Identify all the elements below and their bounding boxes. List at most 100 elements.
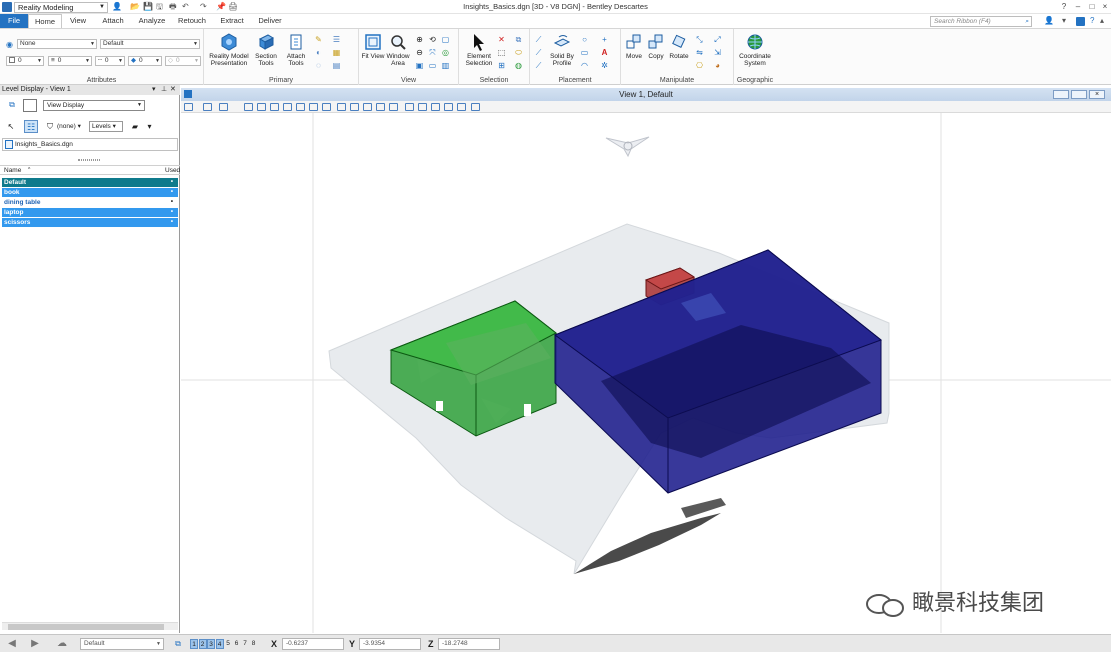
view-toggle-icon[interactable]: [23, 99, 37, 112]
app-logo-icon[interactable]: [2, 2, 12, 12]
named-group-icon[interactable]: ◍: [514, 61, 523, 70]
view-restore-button[interactable]: [1071, 90, 1087, 99]
coordinate-system-button[interactable]: Coordinate System: [735, 33, 775, 67]
select-icon[interactable]: [471, 103, 480, 111]
view-close-button[interactable]: ×: [1089, 90, 1105, 99]
level-row[interactable]: book •: [2, 188, 178, 197]
cloud-icon[interactable]: ☁: [55, 639, 69, 649]
level-row[interactable]: Default •: [2, 178, 178, 187]
place-text-icon[interactable]: A: [600, 48, 609, 57]
change-attributes-icon[interactable]: ◕: [713, 61, 722, 70]
tab-file[interactable]: File: [0, 14, 28, 28]
tab-extract[interactable]: Extract: [214, 14, 250, 28]
redo-icon[interactable]: ↷: [200, 2, 207, 12]
zoom-out-icon[interactable]: [270, 103, 279, 111]
group-icon[interactable]: ⧉: [514, 35, 523, 44]
place-line-icon[interactable]: ⟋: [534, 35, 543, 44]
place-block-icon[interactable]: ▭: [580, 48, 589, 57]
place-circle-icon[interactable]: ○: [580, 35, 589, 44]
view-number-button[interactable]: 4: [215, 639, 224, 649]
level-display-icon[interactable]: [219, 103, 228, 111]
pan-icon[interactable]: [322, 103, 331, 111]
style-combo[interactable]: Default ▼: [100, 39, 200, 49]
highlight-icon[interactable]: ▦: [332, 48, 341, 57]
dropdown-icon[interactable]: ▾: [152, 85, 156, 95]
tab-home[interactable]: Home: [28, 14, 62, 28]
view-display-combo[interactable]: View Display ▼: [43, 100, 145, 111]
display-style-icon[interactable]: [203, 103, 212, 111]
zoom-in-icon[interactable]: [257, 103, 266, 111]
help-button[interactable]: ?: [1059, 1, 1069, 12]
align-icon[interactable]: ⎔: [695, 61, 704, 70]
level-row[interactable]: dining table •: [2, 198, 178, 207]
filter-icon[interactable]: ⛉: [44, 122, 56, 131]
clip-icon[interactable]: [389, 103, 398, 111]
shadow-icon[interactable]: [431, 103, 440, 111]
close-button[interactable]: ×: [1100, 1, 1110, 12]
level-combo[interactable]: None ▼: [17, 39, 97, 49]
next-icon[interactable]: [363, 103, 372, 111]
place-smart-line-icon[interactable]: ⟋: [534, 61, 543, 70]
walk-icon[interactable]: [337, 103, 346, 111]
camera-icon[interactable]: [405, 103, 414, 111]
save-icon[interactable]: 💾: [143, 2, 153, 12]
select-by-attributes-icon[interactable]: ⊞: [497, 61, 506, 70]
stretch-icon[interactable]: ⇲: [713, 48, 722, 57]
update-view-icon[interactable]: ▢: [441, 35, 450, 44]
copy-view-icon[interactable]: [376, 103, 385, 111]
tab-attach[interactable]: Attach: [96, 14, 130, 28]
minimize-button[interactable]: –: [1073, 1, 1083, 12]
update-icon[interactable]: [244, 103, 253, 111]
tab-deliver[interactable]: Deliver: [253, 14, 287, 28]
ribbon-search-input[interactable]: Search Ribbon (F4) ⌕: [930, 16, 1032, 27]
level-row[interactable]: laptop •: [2, 208, 178, 217]
layers-icon[interactable]: ☰: [332, 35, 341, 44]
previous-icon[interactable]: [350, 103, 359, 111]
move-button[interactable]: Move: [623, 33, 645, 60]
tab-analyze[interactable]: Analyze: [134, 14, 170, 28]
rotate-button[interactable]: Rotate: [667, 33, 691, 60]
3d-scene[interactable]: [181, 113, 1111, 633]
view-groups-icon[interactable]: ⧉: [172, 639, 184, 648]
back-icon[interactable]: ◀: [5, 639, 19, 649]
levels-button[interactable]: Levels ▾: [89, 121, 123, 132]
wand-icon[interactable]: ✎: [314, 35, 323, 44]
view-number-button[interactable]: 8: [250, 639, 258, 649]
z-coordinate-field[interactable]: -18.2748: [438, 638, 500, 650]
copy-button[interactable]: Copy: [645, 33, 667, 60]
window-arrange-icon[interactable]: ▥: [441, 61, 450, 70]
fit-view-button[interactable]: Fit View: [361, 33, 385, 60]
undo-icon[interactable]: ↶: [182, 2, 189, 12]
section-icon[interactable]: [444, 103, 453, 111]
view-number-button[interactable]: 2: [198, 639, 207, 649]
mesh-icon[interactable]: ◐: [314, 48, 323, 57]
pin-icon[interactable]: ⊥: [161, 85, 167, 95]
list-view-icon[interactable]: ☷: [24, 120, 38, 133]
fence-icon[interactable]: ⬭: [514, 48, 523, 57]
filter-value[interactable]: (none) ▾: [57, 122, 81, 131]
close-icon[interactable]: ✕: [170, 85, 176, 95]
account-icon[interactable]: 👤: [1044, 16, 1054, 26]
caret-icon[interactable]: ▾: [1062, 16, 1066, 26]
attach-tools-button[interactable]: Attach Tools: [282, 33, 310, 67]
splitter-handle[interactable]: [78, 159, 100, 161]
select-box-icon[interactable]: ⬚: [497, 48, 506, 57]
rotate-view-icon[interactable]: ⟲: [428, 35, 437, 44]
view-minimize-button[interactable]: [1053, 90, 1069, 99]
level-manager-icon[interactable]: ▰: [128, 122, 142, 131]
mirror-icon[interactable]: ⇋: [695, 48, 704, 57]
view-number-button[interactable]: 5: [224, 639, 232, 649]
view-number-button[interactable]: 7: [241, 639, 249, 649]
weight-combo[interactable]: ≡ 0 ▼: [48, 56, 92, 66]
forward-icon[interactable]: ▶: [28, 639, 42, 649]
grid-icon[interactable]: ▤: [332, 61, 341, 70]
zoom-in-icon[interactable]: ⊕: [415, 35, 424, 44]
view-number-button[interactable]: 1: [190, 639, 198, 649]
render-icon[interactable]: [418, 103, 427, 111]
delete-icon[interactable]: ✕: [497, 35, 506, 44]
cursor-icon[interactable]: ↖: [5, 122, 17, 131]
tab-view[interactable]: View: [64, 14, 92, 28]
fit-view-icon[interactable]: [296, 103, 305, 111]
view-number-button[interactable]: 3: [207, 639, 215, 649]
transparency-combo[interactable]: ◇ 0 ▼: [165, 56, 201, 66]
